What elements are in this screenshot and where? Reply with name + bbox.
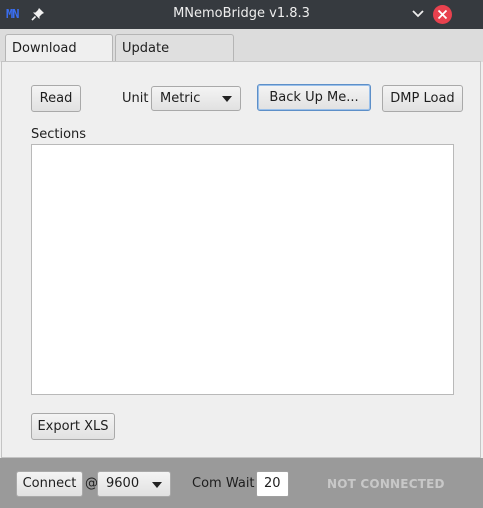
download-data-panel: Read Unit Metric Back Up Me... DMP Load … — [1, 61, 481, 458]
export-xls-button[interactable]: Export XLS — [31, 413, 115, 440]
sections-list[interactable] — [31, 144, 454, 395]
sections-label: Sections — [31, 127, 87, 142]
close-button[interactable] — [433, 5, 452, 24]
back-up-memory-button[interactable]: Back Up Me... — [257, 84, 371, 111]
status-bar: Connect @ 9600 Com Wait 20 NOT CONNECTED — [0, 458, 483, 508]
dmp-load-button[interactable]: DMP Load — [382, 85, 463, 112]
chevron-down-icon — [222, 96, 232, 102]
unit-label: Unit — [122, 91, 149, 106]
baud-rate-select[interactable]: 9600 — [97, 471, 171, 497]
tab-bar: Download Data Update Firmware — [0, 29, 483, 83]
unit-select[interactable]: Metric — [151, 86, 241, 111]
com-wait-label: Com Wait — [192, 476, 255, 491]
connect-button[interactable]: Connect — [16, 471, 83, 497]
chevron-down-icon — [152, 482, 162, 488]
unit-select-value: Metric — [160, 91, 201, 106]
com-wait-field[interactable]: 20 — [256, 471, 289, 497]
close-icon — [437, 9, 448, 20]
connection-status: NOT CONNECTED — [327, 477, 445, 491]
tab-download-data[interactable]: Download Data — [5, 34, 113, 83]
chevron-down-icon[interactable] — [411, 8, 425, 20]
title-bar: MN MNemoBridge v1.8.3 — [0, 0, 483, 29]
tab-update-firmware[interactable]: Update Firmware — [115, 34, 234, 83]
read-button[interactable]: Read — [31, 85, 81, 112]
baud-rate-value: 9600 — [106, 476, 140, 491]
